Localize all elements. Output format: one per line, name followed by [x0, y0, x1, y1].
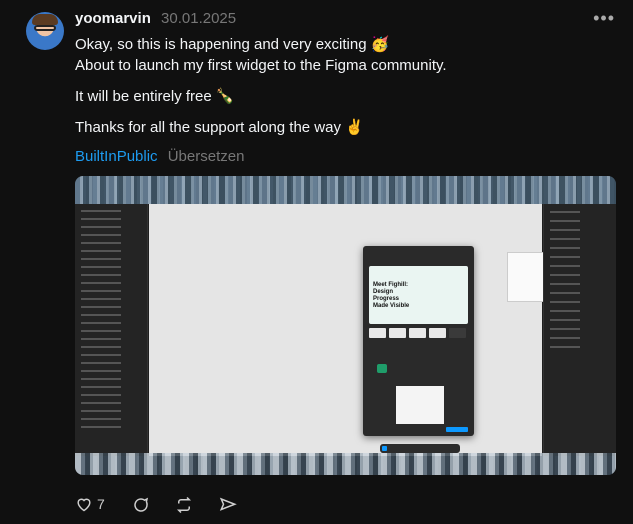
translate-link[interactable]: Übersetzen: [168, 148, 245, 165]
post-line-4: Thanks for all the support along the way…: [75, 119, 364, 136]
post-line-1: Okay, so this is happening and very exci…: [75, 36, 390, 53]
widget-preview: Meet Fighill: Design Progress Made Visib…: [363, 246, 474, 436]
more-icon[interactable]: •••: [593, 8, 615, 29]
widget-icon: [377, 364, 387, 373]
like-button[interactable]: 7: [75, 496, 105, 512]
figma-layers-panel: [75, 204, 148, 456]
repost-button[interactable]: [175, 496, 193, 514]
repost-icon: [175, 496, 193, 514]
avatar-glasses: [34, 25, 56, 31]
post-line-2: About to launch my first widget to the F…: [75, 57, 447, 74]
widget-title: Meet Fighill: Design Progress Made Visib…: [373, 282, 410, 309]
figma-toolbar: [380, 444, 460, 453]
post-date[interactable]: 30.01.2025: [161, 10, 236, 27]
username[interactable]: yoomarvin: [75, 10, 151, 27]
avatar[interactable]: [26, 12, 64, 50]
send-icon: [219, 496, 237, 514]
city-background-bottom: [75, 453, 616, 475]
widget-diagram-preview: [396, 386, 444, 424]
post-line-3: It will be entirely free 🍾: [75, 88, 235, 105]
post-image[interactable]: Meet Fighill: Design Progress Made Visib…: [75, 176, 616, 475]
like-count: 7: [97, 496, 105, 512]
reply-button[interactable]: [132, 496, 150, 514]
widget-hero: Meet Fighill: Design Progress Made Visib…: [369, 266, 468, 324]
tag-line: BuiltInPublic Übersetzen: [75, 148, 244, 165]
post-header: yoomarvin 30.01.2025: [75, 10, 236, 27]
figma-canvas: Meet Fighill: Design Progress Made Visib…: [149, 204, 549, 456]
widget-publish-button: [446, 427, 468, 432]
topic-tag[interactable]: BuiltInPublic: [75, 148, 158, 165]
figma-properties-panel: [543, 204, 616, 456]
heart-icon: [75, 496, 93, 512]
city-background-top: [75, 176, 616, 204]
comment-icon: [132, 496, 150, 514]
figma-screenshot: Meet Fighill: Design Progress Made Visib…: [75, 204, 616, 456]
share-button[interactable]: [219, 496, 237, 514]
avatar-hair: [32, 14, 58, 25]
widget-thumbnails: [369, 328, 468, 338]
